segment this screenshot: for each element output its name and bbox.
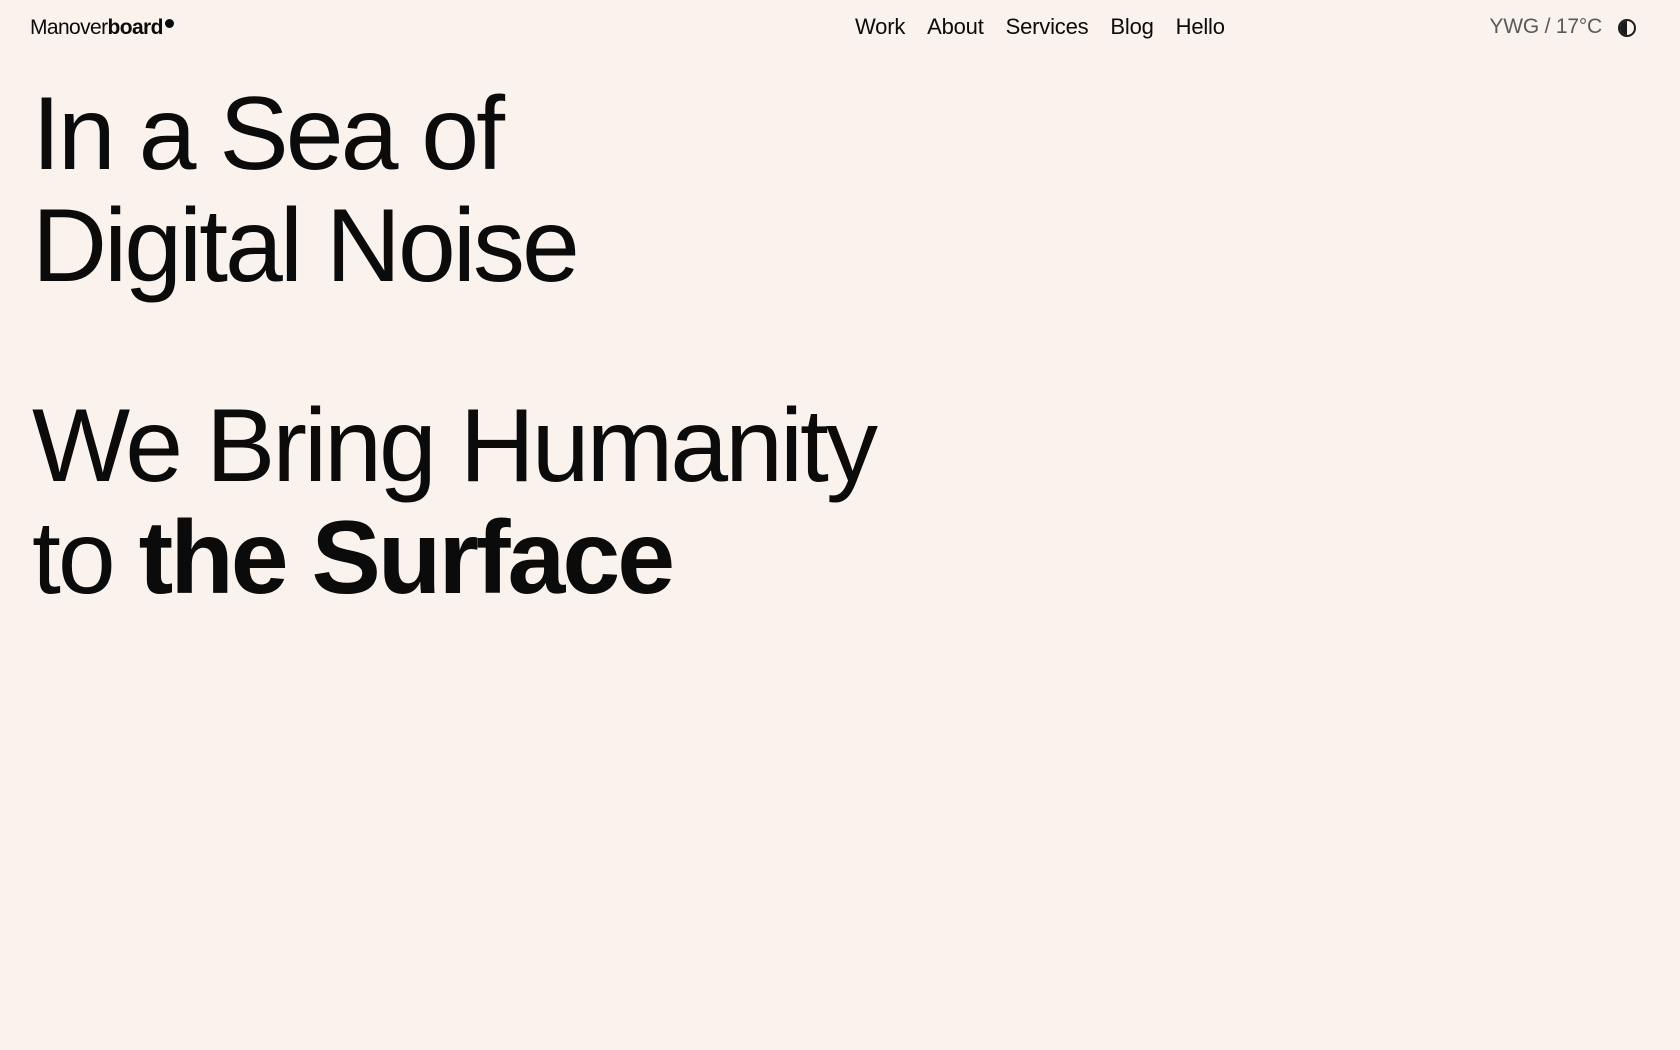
nav-link-hello[interactable]: Hello	[1176, 14, 1225, 40]
hero-line-4: to the Surface	[32, 502, 875, 614]
logo-text-bold: board	[107, 16, 164, 39]
nav-link-services[interactable]: Services	[1006, 14, 1089, 40]
theme-toggle-icon[interactable]	[1618, 19, 1636, 37]
hero-word-the: the	[138, 500, 289, 616]
site-header: Manover board Work About Services Blog He…	[0, 0, 1680, 58]
hero-word-surface: Surface	[311, 500, 676, 616]
nav-link-work[interactable]: Work	[855, 14, 905, 40]
nav-link-about[interactable]: About	[927, 14, 984, 40]
weather-readout: YWG / 17°C	[1489, 15, 1602, 38]
logo-text-light: Manover	[30, 16, 108, 39]
logo[interactable]: Manover board	[30, 16, 174, 40]
hero-heading: In a Sea of Digital Noise We Bring Human…	[32, 76, 878, 614]
nav-link-blog[interactable]: Blog	[1110, 14, 1153, 40]
main-nav: Work About Services Blog Hello	[855, 14, 1247, 40]
hero-word-to: to	[32, 500, 116, 616]
hero-line-1: In a Sea of	[32, 76, 505, 192]
hero-line-2: Digital Noise	[32, 188, 580, 304]
hero-line-3: We Bring Humanity	[32, 388, 878, 504]
page: Manover board Work About Services Blog He…	[0, 0, 1680, 1050]
logo-dot-icon	[164, 19, 174, 28]
hero: In a Sea of Digital Noise We Bring Human…	[32, 76, 878, 614]
hero-spacer	[32, 302, 875, 390]
